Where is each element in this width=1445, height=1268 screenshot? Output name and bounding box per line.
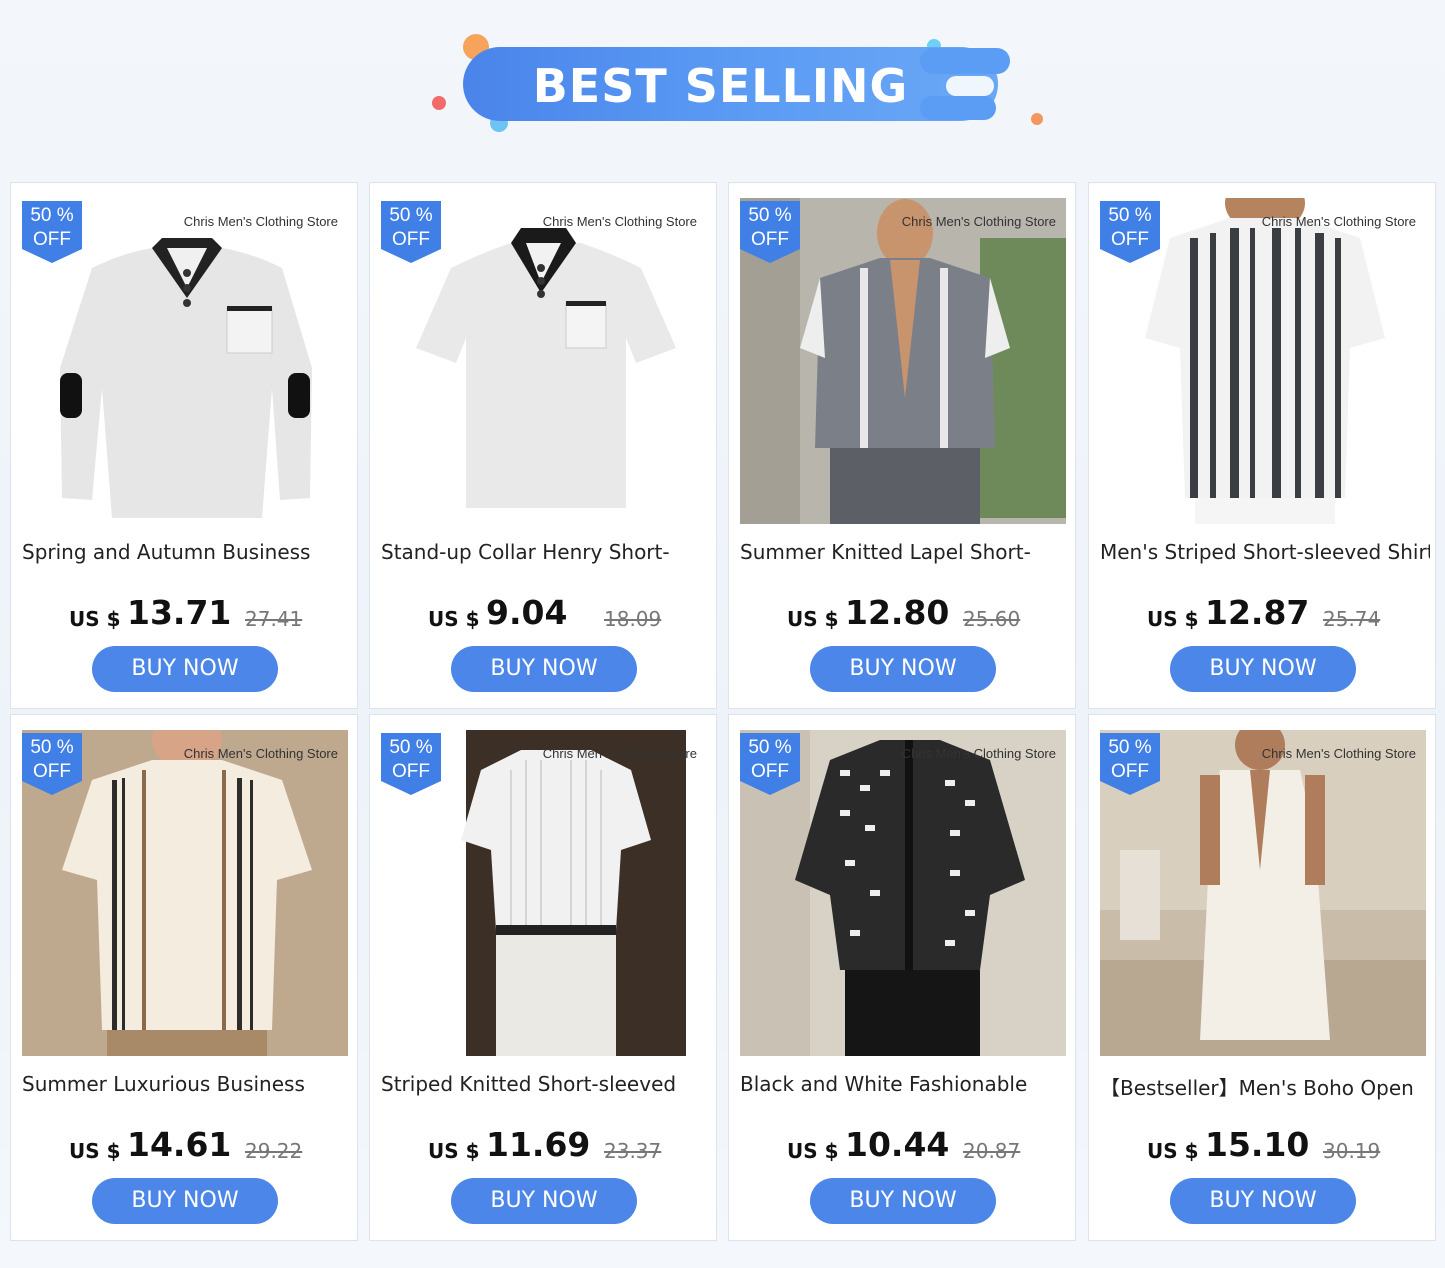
original-price: 18.09 bbox=[604, 607, 662, 631]
currency-label: US $ bbox=[787, 1139, 839, 1163]
decor-dot bbox=[432, 96, 446, 110]
original-price: 25.60 bbox=[963, 607, 1021, 631]
discount-off-label: OFF bbox=[751, 229, 789, 250]
sale-price: 14.61 bbox=[127, 1125, 232, 1164]
store-watermark: Chris Men's Clothing Store bbox=[1261, 214, 1416, 229]
discount-off-label: OFF bbox=[392, 761, 430, 782]
product-title[interactable]: Summer Knitted Lapel Short- bbox=[740, 540, 1070, 564]
sale-price: 12.87 bbox=[1205, 593, 1310, 632]
discount-off-label: OFF bbox=[33, 761, 71, 782]
product-title[interactable]: 【Bestseller】Men's Boho Open bbox=[1100, 1072, 1430, 1101]
product-card[interactable]: Chris Men's Clothing Store 50 % OFF Summ… bbox=[10, 714, 358, 1241]
sale-price: 15.10 bbox=[1205, 1125, 1310, 1164]
original-price: 27.41 bbox=[245, 607, 303, 631]
store-watermark: Chris Men's Clothing Store bbox=[183, 214, 338, 229]
discount-percent: 50 % bbox=[1108, 737, 1152, 758]
store-watermark: Chris Men's Clothing Store bbox=[542, 746, 697, 761]
original-price: 29.22 bbox=[245, 1139, 303, 1163]
product-title[interactable]: Striped Knitted Short-sleeved bbox=[381, 1072, 711, 1096]
price-row: US $ 9.04 18.09 bbox=[370, 593, 718, 643]
buy-now-button[interactable]: BUY NOW bbox=[810, 646, 996, 692]
original-price: 25.74 bbox=[1323, 607, 1381, 631]
sale-price: 10.44 bbox=[845, 1125, 950, 1164]
product-grid: Chris Men's Clothing Store 50 % OFF Spri… bbox=[10, 182, 1438, 1244]
sale-price: 13.71 bbox=[127, 593, 232, 632]
sale-price: 12.80 bbox=[845, 593, 950, 632]
discount-off-label: OFF bbox=[33, 229, 71, 250]
buy-now-button[interactable]: BUY NOW bbox=[1170, 1178, 1356, 1224]
discount-off-label: OFF bbox=[1111, 229, 1149, 250]
product-card[interactable]: Chris Men's Clothing Store 50 % OFF Spri… bbox=[10, 182, 358, 709]
product-card[interactable]: Chris Men's Clothing Store 50 % OFF Men'… bbox=[1088, 182, 1436, 709]
price-row: US $ 11.69 23.37 bbox=[370, 1125, 718, 1175]
store-watermark: Chris Men's Clothing Store bbox=[183, 746, 338, 761]
buy-now-button[interactable]: BUY NOW bbox=[1170, 646, 1356, 692]
discount-badge: 50 % OFF bbox=[1100, 201, 1160, 263]
discount-percent: 50 % bbox=[748, 205, 792, 226]
store-watermark: Chris Men's Clothing Store bbox=[1261, 746, 1416, 761]
buy-now-button[interactable]: BUY NOW bbox=[810, 1178, 996, 1224]
product-title[interactable]: Stand-up Collar Henry Short- bbox=[381, 540, 711, 564]
currency-label: US $ bbox=[428, 1139, 480, 1163]
currency-label: US $ bbox=[1147, 607, 1199, 631]
product-title[interactable]: Black and White Fashionable bbox=[740, 1072, 1070, 1096]
discount-off-label: OFF bbox=[392, 229, 430, 250]
product-card[interactable]: Chris Men's Clothing Store 50 % OFF Stan… bbox=[369, 182, 717, 709]
currency-label: US $ bbox=[428, 607, 480, 631]
discount-badge: 50 % OFF bbox=[740, 201, 800, 263]
price-row: US $ 14.61 29.22 bbox=[11, 1125, 359, 1175]
discount-badge: 50 % OFF bbox=[381, 201, 441, 263]
price-row: US $ 15.10 30.19 bbox=[1089, 1125, 1437, 1175]
discount-badge: 50 % OFF bbox=[22, 201, 82, 263]
product-card[interactable]: Chris Men's Clothing Store 50 % OFF Stri… bbox=[369, 714, 717, 1241]
sale-price: 9.04 bbox=[486, 593, 568, 632]
discount-percent: 50 % bbox=[389, 205, 433, 226]
price-row: US $ 13.71 27.41 bbox=[11, 593, 359, 643]
currency-label: US $ bbox=[69, 607, 121, 631]
product-card[interactable]: Chris Men's Clothing Store 50 % OFF Blac… bbox=[728, 714, 1076, 1241]
buy-now-button[interactable]: BUY NOW bbox=[451, 646, 637, 692]
currency-label: US $ bbox=[1147, 1139, 1199, 1163]
product-title[interactable]: Spring and Autumn Business bbox=[22, 540, 352, 564]
product-card[interactable]: Chris Men's Clothing Store 50 % OFF 【Bes… bbox=[1088, 714, 1436, 1241]
currency-label: US $ bbox=[787, 607, 839, 631]
best-selling-banner: BEST SELLING bbox=[0, 0, 1445, 175]
discount-percent: 50 % bbox=[389, 737, 433, 758]
product-title[interactable]: Summer Luxurious Business bbox=[22, 1072, 352, 1096]
discount-badge: 50 % OFF bbox=[381, 733, 441, 795]
buy-now-button[interactable]: BUY NOW bbox=[92, 646, 278, 692]
price-row: US $ 12.80 25.60 bbox=[729, 593, 1077, 643]
banner-title: BEST SELLING bbox=[532, 59, 909, 113]
original-price: 20.87 bbox=[963, 1139, 1021, 1163]
discount-percent: 50 % bbox=[30, 737, 74, 758]
product-card[interactable]: Chris Men's Clothing Store 50 % OFF Summ… bbox=[728, 182, 1076, 709]
discount-badge: 50 % OFF bbox=[22, 733, 82, 795]
buy-now-button[interactable]: BUY NOW bbox=[92, 1178, 278, 1224]
buy-now-button[interactable]: BUY NOW bbox=[451, 1178, 637, 1224]
discount-off-label: OFF bbox=[751, 761, 789, 782]
decor-dot bbox=[1031, 113, 1043, 125]
discount-badge: 50 % OFF bbox=[1100, 733, 1160, 795]
discount-percent: 50 % bbox=[30, 205, 74, 226]
product-title[interactable]: Men's Striped Short-sleeved Shirt bbox=[1100, 540, 1430, 564]
original-price: 23.37 bbox=[604, 1139, 662, 1163]
store-watermark: Chris Men's Clothing Store bbox=[901, 746, 1056, 761]
price-row: US $ 10.44 20.87 bbox=[729, 1125, 1077, 1175]
discount-percent: 50 % bbox=[1108, 205, 1152, 226]
price-row: US $ 12.87 25.74 bbox=[1089, 593, 1437, 643]
currency-label: US $ bbox=[69, 1139, 121, 1163]
discount-badge: 50 % OFF bbox=[740, 733, 800, 795]
original-price: 30.19 bbox=[1323, 1139, 1381, 1163]
sale-price: 11.69 bbox=[486, 1125, 591, 1164]
store-watermark: Chris Men's Clothing Store bbox=[901, 214, 1056, 229]
store-watermark: Chris Men's Clothing Store bbox=[542, 214, 697, 229]
discount-percent: 50 % bbox=[748, 737, 792, 758]
discount-off-label: OFF bbox=[1111, 761, 1149, 782]
